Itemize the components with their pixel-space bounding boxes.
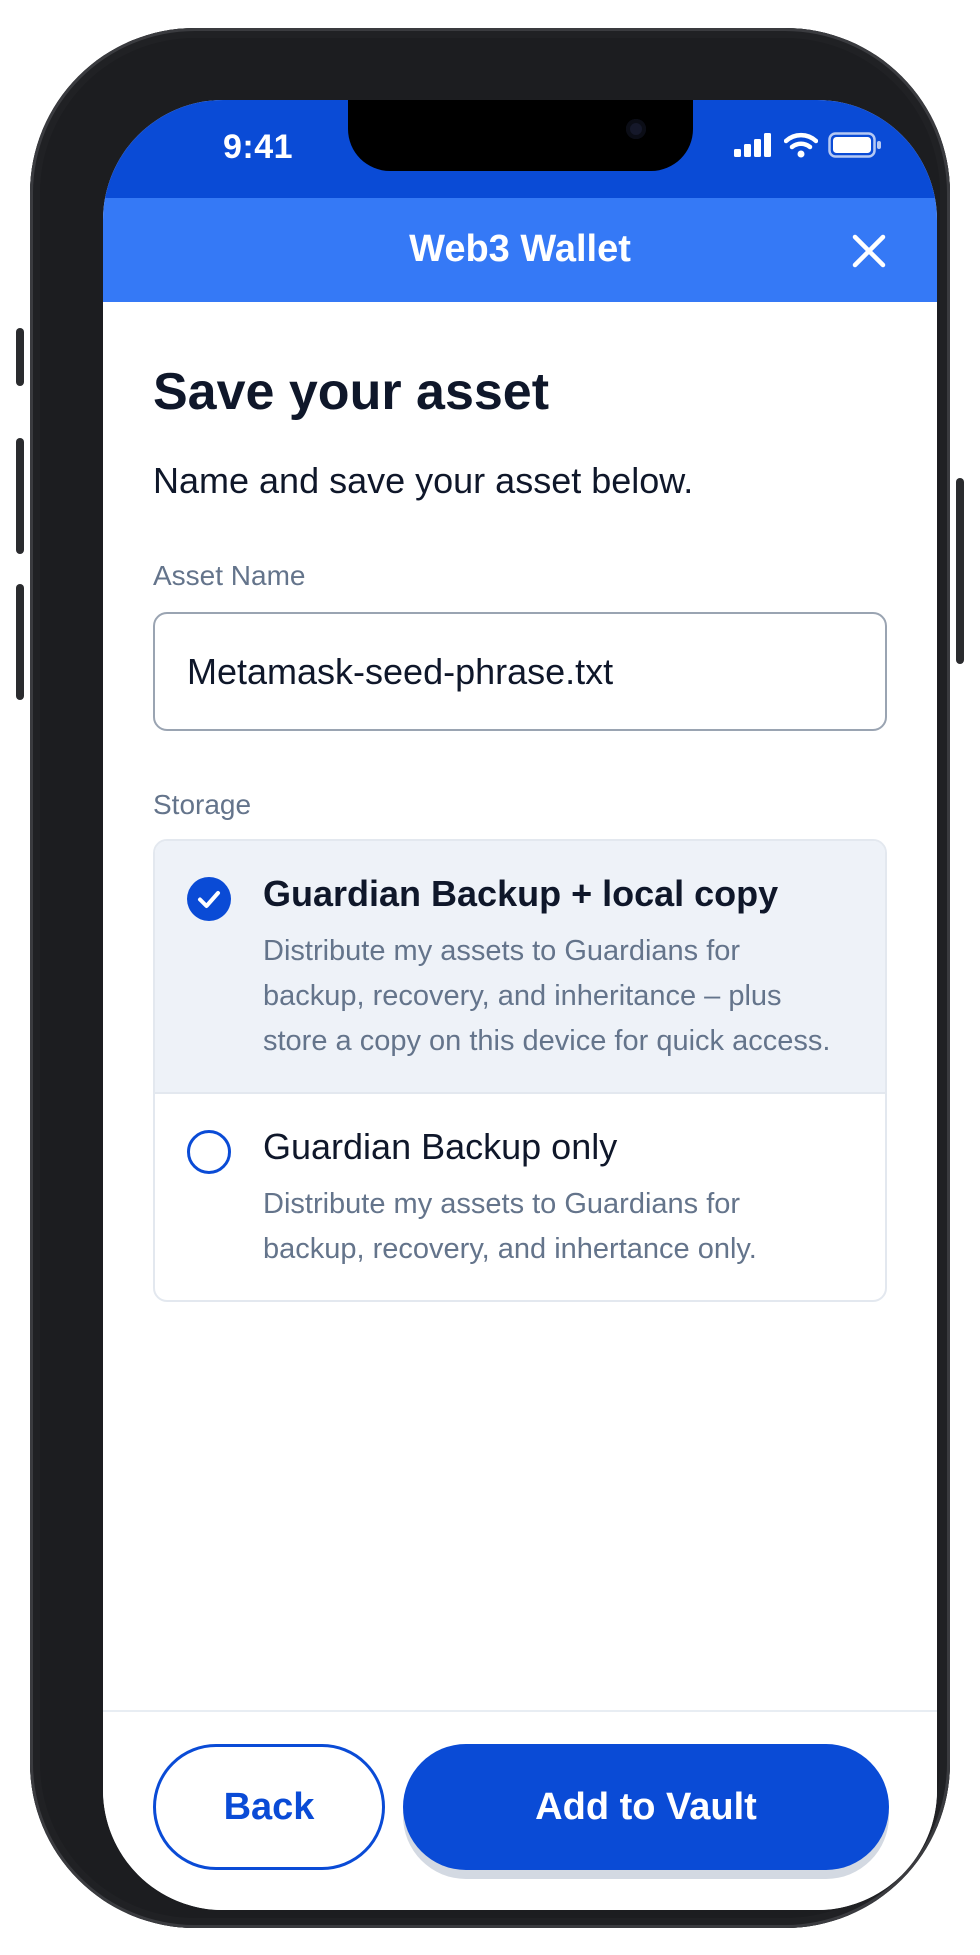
- radio-checked-icon[interactable]: [187, 877, 231, 921]
- status-bar: 9:41: [103, 100, 937, 198]
- storage-options: Guardian Backup + local copy Distribute …: [153, 839, 887, 1302]
- asset-name-input[interactable]: [153, 612, 887, 731]
- signal-icon: [734, 133, 771, 157]
- status-icons: [734, 132, 882, 158]
- option-title: Guardian Backup + local copy: [263, 873, 779, 914]
- notch: [348, 100, 693, 171]
- page-subtitle: Name and save your asset below.: [153, 460, 694, 501]
- phone-frame: 9:41 Web3 Wallet Save your asset Name an…: [16, 28, 964, 1928]
- silent-switch: [16, 328, 24, 386]
- close-icon[interactable]: [851, 233, 887, 269]
- back-button[interactable]: Back: [153, 1744, 385, 1870]
- content: Save your asset Name and save your asset…: [153, 302, 887, 1302]
- camera-icon: [626, 119, 646, 139]
- add-to-vault-button[interactable]: Add to Vault: [403, 1744, 889, 1870]
- option-description: Distribute my assets to Guardians for ba…: [263, 1188, 757, 1265]
- storage-option-guardian-local[interactable]: Guardian Backup + local copy Distribute …: [155, 841, 885, 1094]
- volume-up-button: [16, 438, 24, 554]
- screen: 9:41 Web3 Wallet Save your asset Name an…: [103, 100, 937, 1910]
- page-title: Save your asset: [153, 363, 550, 421]
- storage-label: Storage: [153, 789, 252, 820]
- footer: Back Add to Vault: [103, 1710, 937, 1910]
- asset-name-label: Asset Name: [153, 560, 306, 591]
- radio-unchecked-icon[interactable]: [187, 1130, 231, 1174]
- option-description: Distribute my assets to Guardians for ba…: [263, 935, 831, 1057]
- power-button: [956, 478, 964, 664]
- option-title: Guardian Backup only: [263, 1126, 618, 1167]
- header-title: Web3 Wallet: [409, 228, 631, 270]
- storage-option-guardian-only[interactable]: Guardian Backup only Distribute my asset…: [155, 1094, 885, 1300]
- battery-icon: [828, 132, 881, 158]
- status-time: 9:41: [223, 128, 294, 166]
- wifi-icon: [784, 132, 818, 158]
- app-header: Web3 Wallet: [103, 198, 937, 302]
- volume-down-button: [16, 584, 24, 700]
